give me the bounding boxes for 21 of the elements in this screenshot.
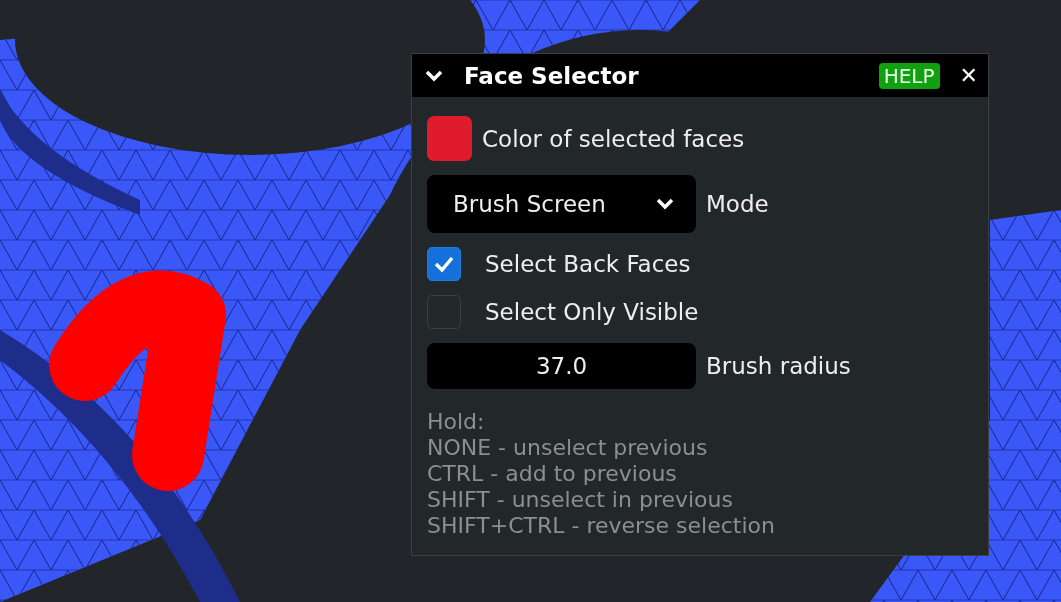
checkbox-label: Select Only Visible bbox=[485, 299, 699, 325]
mode-label: Mode bbox=[706, 191, 769, 217]
chevron-icon bbox=[424, 68, 444, 83]
checkbox[interactable] bbox=[427, 295, 461, 329]
hint-text: SHIFT - unselect in previous bbox=[427, 487, 734, 513]
checkbox-label: Select Back Faces bbox=[485, 251, 691, 277]
color-label: Color of selected faces bbox=[482, 125, 745, 152]
color-swatch[interactable] bbox=[427, 116, 472, 161]
check-icon bbox=[433, 255, 455, 273]
radius-input[interactable]: 37.0 bbox=[427, 343, 696, 389]
hint-text: Hold: bbox=[427, 409, 486, 435]
chevron-icon bbox=[656, 198, 674, 210]
hint-text: SHIFT+CTRL - reverse selection bbox=[427, 513, 776, 539]
collapse-toggle[interactable] bbox=[424, 68, 444, 83]
panel-title: Face Selector bbox=[464, 62, 640, 89]
hint-text: CTRL - add to previous bbox=[427, 461, 678, 487]
checkbox[interactable] bbox=[427, 247, 461, 281]
close-button[interactable]: ✕ bbox=[959, 63, 978, 88]
hint-text: NONE - unselect previous bbox=[427, 435, 709, 461]
mode-dropdown[interactable]: Brush Screen bbox=[427, 175, 696, 233]
radius-label: Brush radius bbox=[706, 353, 851, 379]
